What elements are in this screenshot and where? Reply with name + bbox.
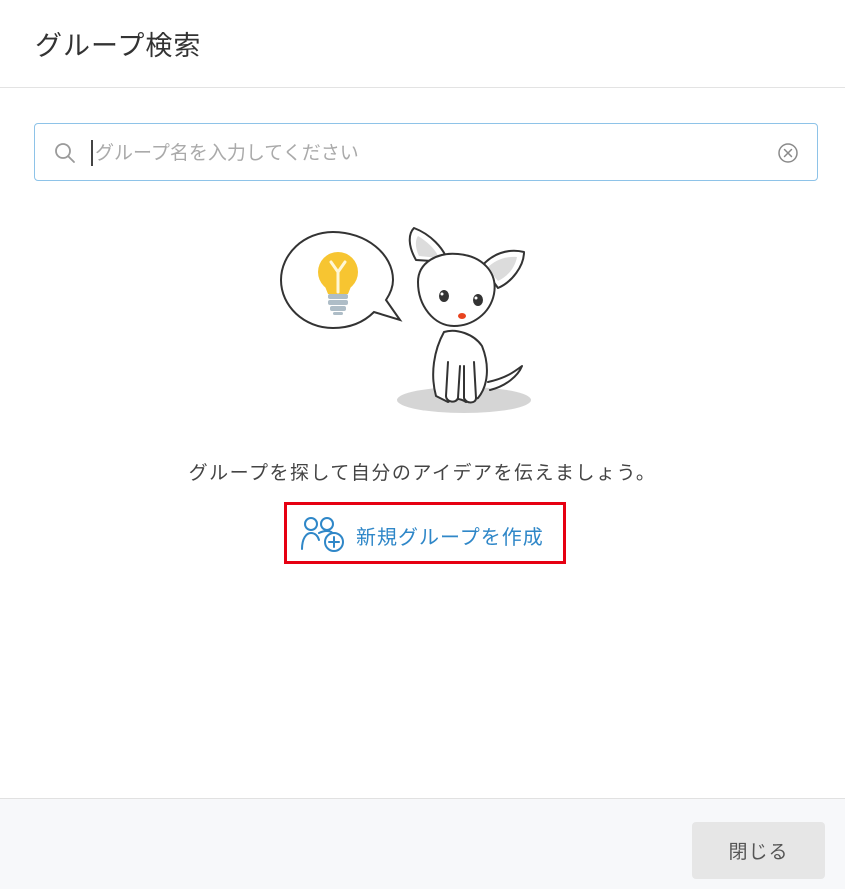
create-group-link[interactable]: 新規グループを作成 — [284, 502, 566, 564]
search-input[interactable] — [95, 136, 755, 170]
add-group-icon — [301, 517, 344, 552]
text-caret — [91, 140, 93, 166]
dialog-header: グループ検索 — [0, 0, 845, 88]
close-button[interactable]: 閉じる — [692, 822, 825, 879]
clear-icon[interactable] — [777, 142, 799, 164]
dialog-title: グループ検索 — [35, 31, 202, 62]
search-box[interactable] — [34, 123, 818, 181]
chihuahua-dog-icon — [408, 227, 525, 404]
group-search-dialog: グループ検索 グループ名を入力してください グループを探して自分のアイデアを伝え… — [0, 0, 845, 889]
search-icon — [55, 143, 75, 163]
dialog-footer: 閉じる — [0, 798, 845, 889]
create-group-label: 新規グループを作成 — [356, 525, 544, 549]
empty-state-message: グループを探して自分のアイデアを伝えましょう。 — [188, 462, 657, 484]
chihuahua-lightbulb-illustration — [279, 227, 531, 413]
